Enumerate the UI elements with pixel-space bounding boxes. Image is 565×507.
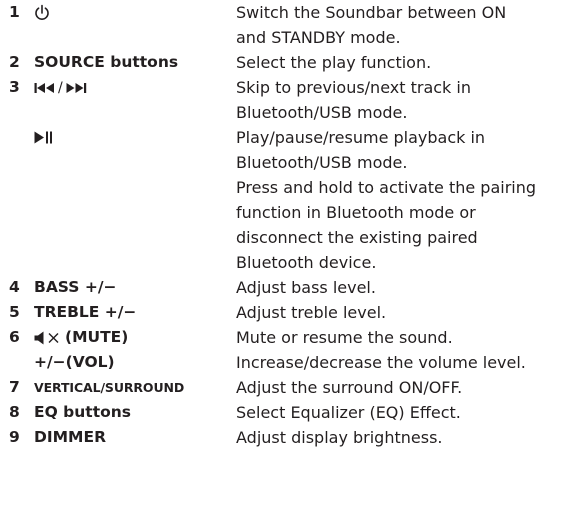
control-description: Adjust bass level. — [236, 278, 376, 297]
control-name — [34, 125, 54, 150]
skip-next-icon — [66, 82, 86, 93]
control-name: VERTICAL/SURROUND — [34, 380, 185, 395]
control-name: SOURCE buttons — [34, 53, 179, 71]
mute-icon — [34, 331, 59, 344]
control-name: BASS +/− — [34, 278, 117, 296]
control-name: TREBLE +/− — [34, 303, 137, 321]
skip-separator: / — [58, 80, 63, 96]
play-pause-icon — [34, 131, 52, 144]
mute-label: (MUTE) — [65, 328, 129, 346]
item-number: 7 — [9, 378, 20, 396]
control-description: Play/pause/resume playback in Bluetooth/… — [236, 128, 537, 272]
control-name: +/−(VOL) — [34, 353, 115, 371]
item-number: 8 — [9, 403, 20, 421]
control-description: Select Equalizer (EQ) Effect. — [236, 403, 461, 422]
control-description: Skip to previous/next track in Bluetooth… — [236, 78, 471, 122]
control-name: DIMMER — [34, 428, 107, 446]
item-number: 5 — [9, 303, 20, 321]
control-name — [34, 0, 50, 25]
control-name: EQ buttons — [34, 403, 132, 421]
item-number: 4 — [9, 278, 20, 296]
control-description: Adjust display brightness. — [236, 428, 443, 447]
item-number: 6 — [9, 328, 20, 346]
item-number: 3 — [9, 78, 20, 96]
item-number: 9 — [9, 428, 20, 446]
control-name: / — [34, 75, 87, 101]
control-description: Switch the Soundbar between ON and STAND… — [236, 3, 507, 47]
remote-controls-document: 1 Switch the Soundbar between ON and STA… — [0, 0, 565, 507]
control-description: Mute or resume the sound. — [236, 328, 453, 347]
control-description: Select the play function. — [236, 53, 432, 72]
control-name: (MUTE) — [34, 325, 128, 350]
item-number: 2 — [9, 53, 20, 71]
control-description: Increase/decrease the volume level. — [236, 353, 526, 372]
skip-previous-icon — [34, 82, 54, 93]
power-icon — [35, 4, 49, 20]
item-number: 1 — [9, 3, 20, 21]
control-description: Adjust the surround ON/OFF. — [236, 378, 463, 397]
control-description: Adjust treble level. — [236, 303, 387, 322]
